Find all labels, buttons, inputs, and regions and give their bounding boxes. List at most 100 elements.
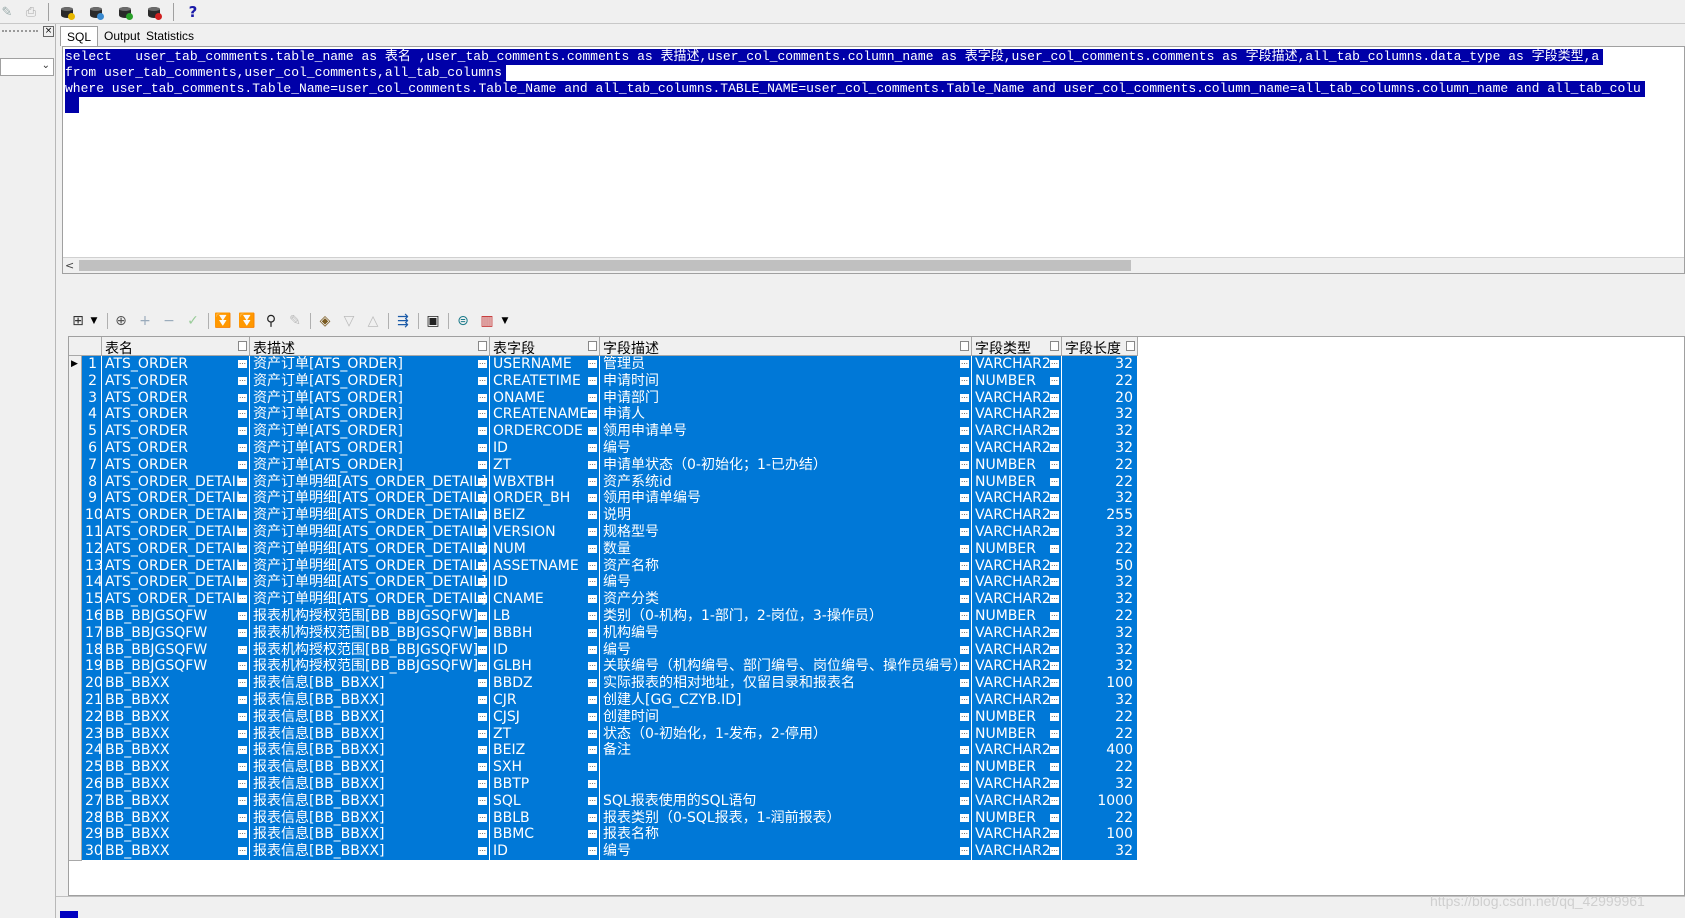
table-row[interactable]: 27 BB_BBXX… 报表信息[BB_BBXX]… SQL… SQL报表使用的SQL语…: [69, 792, 1219, 811]
grid-cell[interactable]: 申请部门…: [600, 389, 972, 408]
cell-ellipsis-icon[interactable]: …: [960, 728, 969, 738]
grid-cell[interactable]: 创建时间…: [600, 708, 972, 727]
cell-ellipsis-icon[interactable]: …: [960, 527, 969, 536]
cell-ellipsis-icon[interactable]: …: [588, 493, 597, 503]
column-header[interactable]: 表名: [102, 337, 250, 357]
column-header[interactable]: 字段类型: [972, 337, 1062, 357]
cell-ellipsis-icon[interactable]: …: [238, 627, 247, 637]
grid-cell[interactable]: BBLB…: [490, 809, 600, 828]
cell-ellipsis-icon[interactable]: …: [478, 611, 487, 620]
row-indicator[interactable]: [69, 490, 82, 509]
grid-cell[interactable]: 1000: [1062, 792, 1138, 811]
grid-cell[interactable]: SXH…: [490, 759, 600, 778]
grid-cell[interactable]: BB_BBXX…: [102, 792, 250, 811]
cell-ellipsis-icon[interactable]: …: [1050, 661, 1059, 671]
grid-cell[interactable]: 编号…: [600, 641, 972, 660]
table-row[interactable]: 4 ATS_ORDER… 资产订单[ATS_ORDER]… CREATENAME… 申请…: [69, 406, 1219, 425]
grid-cell[interactable]: VARCHAR2…: [972, 490, 1062, 509]
cell-ellipsis-icon[interactable]: …: [588, 476, 597, 486]
cell-ellipsis-icon[interactable]: …: [238, 510, 247, 520]
cell-ellipsis-icon[interactable]: …: [238, 426, 247, 436]
grid-cell[interactable]: ATS_ORDER_DETAIL…: [102, 524, 250, 542]
cell-ellipsis-icon[interactable]: …: [478, 795, 487, 805]
row-indicator[interactable]: [69, 675, 82, 694]
cell-ellipsis-icon[interactable]: …: [238, 795, 247, 805]
grid-cell[interactable]: 32: [1062, 574, 1138, 593]
cell-ellipsis-icon[interactable]: …: [1050, 577, 1059, 587]
cell-ellipsis-icon[interactable]: …: [478, 594, 487, 604]
grid-cell[interactable]: 编号…: [600, 843, 972, 862]
grid-cell[interactable]: 资产订单[ATS_ORDER]…: [250, 456, 490, 475]
table-row[interactable]: 15 ATS_ORDER_DETAIL… 资产订单明细[ATS_ORDER_DETA…: [69, 591, 1219, 610]
cell-ellipsis-icon[interactable]: …: [588, 527, 597, 536]
grid-cell[interactable]: SQL…: [490, 792, 600, 811]
cell-ellipsis-icon[interactable]: …: [588, 627, 597, 637]
cell-ellipsis-icon[interactable]: …: [238, 661, 247, 671]
cell-ellipsis-icon[interactable]: …: [1050, 678, 1059, 688]
tab-output[interactable]: Output: [98, 26, 146, 46]
query-by-example-icon[interactable]: ◈: [315, 311, 335, 331]
cell-ellipsis-icon[interactable]: …: [478, 812, 487, 822]
cell-ellipsis-icon[interactable]: …: [238, 543, 247, 553]
row-indicator[interactable]: [69, 423, 82, 442]
cell-ellipsis-icon[interactable]: …: [960, 779, 969, 788]
grid-cell[interactable]: BEIZ…: [490, 507, 600, 526]
grid-cell[interactable]: 资产订单[ATS_ORDER]…: [250, 372, 490, 391]
grid-cell[interactable]: VARCHAR2…: [972, 624, 1062, 643]
grid-cell[interactable]: ATS_ORDER…: [102, 356, 250, 374]
grid-cell[interactable]: 状态（0-初始化，1-发布，2-停用）…: [600, 725, 972, 744]
cell-ellipsis-icon[interactable]: …: [960, 627, 969, 637]
cell-ellipsis-icon[interactable]: …: [960, 829, 969, 839]
grid-cell[interactable]: 22: [1062, 372, 1138, 391]
grid-cell[interactable]: BB_BBJGSQFW…: [102, 641, 250, 660]
table-row[interactable]: 6 ATS_ORDER… 资产订单[ATS_ORDER]… ID… 编号… VARCHAR…: [69, 440, 1219, 458]
cell-ellipsis-icon[interactable]: …: [1050, 476, 1059, 486]
grid-cell[interactable]: VARCHAR2…: [972, 423, 1062, 442]
cell-ellipsis-icon[interactable]: …: [588, 510, 597, 520]
grid-cell[interactable]: NUMBER…: [972, 708, 1062, 727]
grid-cell[interactable]: 关联编号（机构编号、部门编号、岗位编号、操作员编号）…: [600, 658, 972, 677]
grid-cell[interactable]: VARCHAR2…: [972, 843, 1062, 862]
grid-cell[interactable]: BB_BBJGSQFW…: [102, 624, 250, 643]
grid-cell[interactable]: 资产订单[ATS_ORDER]…: [250, 406, 490, 425]
grid-cell[interactable]: 报表名称…: [600, 826, 972, 845]
cell-ellipsis-icon[interactable]: …: [1050, 795, 1059, 805]
grid-cell[interactable]: 领用申请单号…: [600, 423, 972, 442]
column-header[interactable]: 表字段: [490, 337, 600, 357]
db-user-icon[interactable]: [114, 2, 136, 22]
db-stats-icon[interactable]: [85, 2, 107, 22]
row-indicator[interactable]: [69, 557, 82, 576]
cell-ellipsis-icon[interactable]: …: [960, 493, 969, 503]
cell-ellipsis-icon[interactable]: …: [960, 459, 969, 469]
cell-ellipsis-icon[interactable]: …: [1050, 829, 1059, 839]
cell-ellipsis-icon[interactable]: …: [238, 711, 247, 721]
grid-cell[interactable]: VARCHAR2…: [972, 658, 1062, 677]
cell-ellipsis-icon[interactable]: …: [238, 527, 247, 536]
grid-cell[interactable]: BBTP…: [490, 776, 600, 794]
cell-ellipsis-icon[interactable]: …: [960, 745, 969, 755]
grid-cell[interactable]: ZT…: [490, 456, 600, 475]
grid-cell[interactable]: 类别（0-机构，1-部门，2-岗位，3-操作员）…: [600, 608, 972, 626]
grid-cell[interactable]: 32: [1062, 692, 1138, 710]
cell-ellipsis-icon[interactable]: …: [588, 443, 597, 452]
grid-cell[interactable]: BB_BBXX…: [102, 843, 250, 862]
table-row[interactable]: 17 BB_BBJGSQFW… 报表机构授权范围[BB_BBJGSQFW]… BBBH…: [69, 624, 1219, 643]
row-indicator[interactable]: [69, 809, 82, 828]
cell-ellipsis-icon[interactable]: …: [238, 644, 247, 654]
cell-ellipsis-icon[interactable]: …: [238, 493, 247, 503]
table-row[interactable]: 23 BB_BBXX… 报表信息[BB_BBXX]… ZT… 状态（0-初始化，1-发布…: [69, 725, 1219, 744]
cell-ellipsis-icon[interactable]: …: [1050, 543, 1059, 553]
grid-cell[interactable]: ATS_ORDER…: [102, 372, 250, 391]
row-indicator[interactable]: [69, 826, 82, 845]
lock-icon[interactable]: ⊕: [111, 311, 131, 331]
cell-ellipsis-icon[interactable]: …: [960, 359, 969, 368]
cell-ellipsis-icon[interactable]: …: [238, 829, 247, 839]
grid-cell[interactable]: 报表信息[BB_BBXX]…: [250, 742, 490, 761]
cell-ellipsis-icon[interactable]: …: [238, 560, 247, 570]
grid-cell[interactable]: VARCHAR2…: [972, 507, 1062, 526]
cell-ellipsis-icon[interactable]: …: [478, 695, 487, 704]
table-row[interactable]: 19 BB_BBJGSQFW… 报表机构授权范围[BB_BBJGSQFW]… GLBH…: [69, 658, 1219, 677]
column-menu-icon[interactable]: [238, 341, 247, 351]
grid-cell[interactable]: BB_BBXX…: [102, 759, 250, 778]
cell-ellipsis-icon[interactable]: …: [1050, 695, 1059, 704]
